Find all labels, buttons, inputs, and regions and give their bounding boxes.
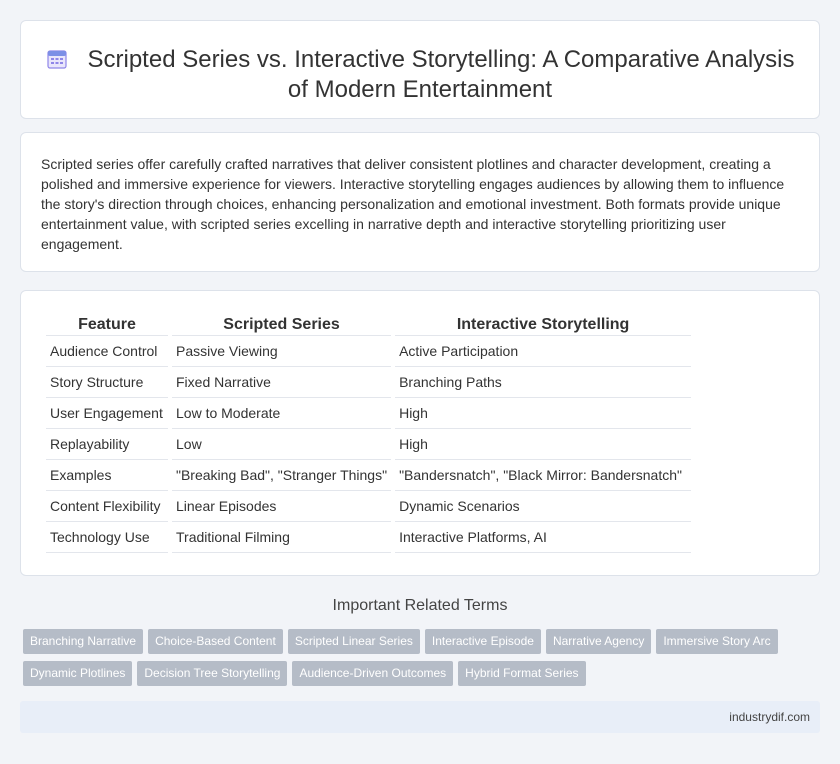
table-row: Content Flexibility Linear Episodes Dyna… xyxy=(46,491,692,522)
table-cell: Technology Use xyxy=(46,522,168,553)
comparison-table: Feature Scripted Series Interactive Stor… xyxy=(42,314,695,553)
table-row: Audience Control Passive Viewing Active … xyxy=(46,336,692,367)
column-header-interactive: Interactive Storytelling xyxy=(395,314,692,336)
table-cell: Replayability xyxy=(46,429,168,460)
intro-card: Scripted series offer carefully crafted … xyxy=(20,132,820,272)
related-tag[interactable]: Scripted Linear Series xyxy=(287,629,420,654)
table-cell: Branching Paths xyxy=(395,367,692,398)
table-row: User Engagement Low to Moderate High xyxy=(46,398,692,429)
related-tag[interactable]: Decision Tree Storytelling xyxy=(137,661,288,686)
table-row: Examples "Breaking Bad", "Stranger Thing… xyxy=(46,460,692,491)
table-cell: Audience Control xyxy=(46,336,168,367)
table-cell: Examples xyxy=(46,460,168,491)
column-header-feature: Feature xyxy=(46,314,168,336)
table-row: Replayability Low High xyxy=(46,429,692,460)
table-cell: User Engagement xyxy=(46,398,168,429)
table-cell: Low to Moderate xyxy=(172,398,392,429)
table-cell: Linear Episodes xyxy=(172,491,392,522)
table-cell: Low xyxy=(172,429,392,460)
related-terms-heading: Important Related Terms xyxy=(332,597,508,614)
table-cell: Passive Viewing xyxy=(172,336,392,367)
table-cell: Fixed Narrative xyxy=(172,367,392,398)
table-cell: Traditional Filming xyxy=(172,522,392,553)
table-cell: High xyxy=(395,398,692,429)
related-tag[interactable]: Narrative Agency xyxy=(545,629,652,654)
footer-site-link[interactable]: industrydif.com xyxy=(729,710,810,724)
related-tags-row-1: Branching Narrative Choice-Based Content S… xyxy=(23,629,823,654)
table-cell: High xyxy=(395,429,692,460)
table-cell: "Breaking Bad", "Stranger Things" xyxy=(172,460,392,491)
related-tag[interactable]: Hybrid Format Series xyxy=(458,661,586,686)
table-cell: Dynamic Scenarios xyxy=(395,491,692,522)
table-cell: Active Participation xyxy=(395,336,692,367)
table-cell: "Bandersnatch", "Black Mirror: Bandersna… xyxy=(395,460,692,491)
table-row: Story Structure Fixed Narrative Branchin… xyxy=(46,367,692,398)
related-tag[interactable]: Immersive Story Arc xyxy=(656,629,778,654)
calendar-icon xyxy=(46,50,67,69)
related-tag[interactable]: Dynamic Plotlines xyxy=(23,661,133,686)
table-header-row: Feature Scripted Series Interactive Stor… xyxy=(46,314,692,336)
intro-paragraph: Scripted series offer carefully crafted … xyxy=(41,156,785,252)
table-cell: Interactive Platforms, AI xyxy=(395,522,692,553)
related-tag[interactable]: Interactive Episode xyxy=(424,629,541,654)
column-header-scripted: Scripted Series xyxy=(172,314,392,336)
table-cell: Content Flexibility xyxy=(46,491,168,522)
title-wrap: Scripted Series vs. Interactive Storytel… xyxy=(41,45,799,105)
related-tag[interactable]: Branching Narrative xyxy=(23,629,144,654)
table-row: Technology Use Traditional Filming Inter… xyxy=(46,522,692,553)
page-title: Scripted Series vs. Interactive Storytel… xyxy=(87,46,795,103)
title-card: Scripted Series vs. Interactive Storytel… xyxy=(20,20,820,119)
related-tag[interactable]: Choice-Based Content xyxy=(148,629,283,654)
footer: industrydif.com xyxy=(20,701,820,733)
related-tag[interactable]: Audience-Driven Outcomes xyxy=(292,661,454,686)
related-tags-row-2: Dynamic Plotlines Decision Tree Storytell… xyxy=(23,661,823,686)
table-cell: Story Structure xyxy=(46,367,168,398)
